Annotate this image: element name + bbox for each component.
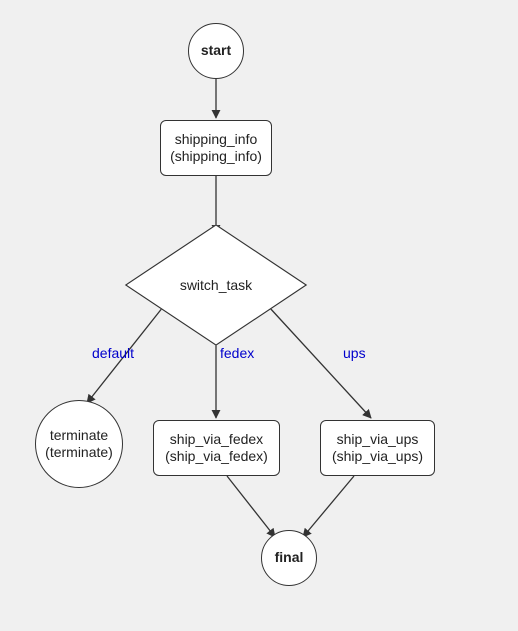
edge-fedex-to-final: [227, 476, 275, 537]
node-terminate-line2: (terminate): [45, 444, 113, 462]
node-final-label: final: [275, 549, 304, 567]
node-final: final: [261, 530, 317, 586]
node-switch-task-label: switch_task: [180, 277, 252, 293]
node-terminate-line1: terminate: [45, 427, 113, 445]
node-ship-via-fedex: ship_via_fedex (ship_via_fedex): [153, 420, 280, 476]
node-ship-via-ups-line1: ship_via_ups: [332, 431, 423, 449]
edge-label-fedex: fedex: [220, 345, 254, 361]
edge-label-default: default: [92, 345, 134, 361]
node-start-label: start: [201, 42, 231, 60]
node-switch-task: switch_task: [141, 235, 291, 335]
node-ship-via-ups-line2: (ship_via_ups): [332, 448, 423, 466]
node-start: start: [188, 23, 244, 79]
node-shipping-info-line1: shipping_info: [170, 131, 262, 149]
node-ship-via-fedex-line2: (ship_via_fedex): [165, 448, 268, 466]
edge-label-ups: ups: [343, 345, 366, 361]
node-ship-via-fedex-line1: ship_via_fedex: [165, 431, 268, 449]
node-ship-via-ups: ship_via_ups (ship_via_ups): [320, 420, 435, 476]
node-shipping-info-line2: (shipping_info): [170, 148, 262, 166]
node-shipping-info: shipping_info (shipping_info): [160, 120, 272, 176]
node-terminate: terminate (terminate): [35, 400, 123, 488]
flowchart-canvas: start shipping_info (shipping_info) swit…: [0, 0, 518, 631]
edge-ups-to-final: [303, 476, 354, 537]
